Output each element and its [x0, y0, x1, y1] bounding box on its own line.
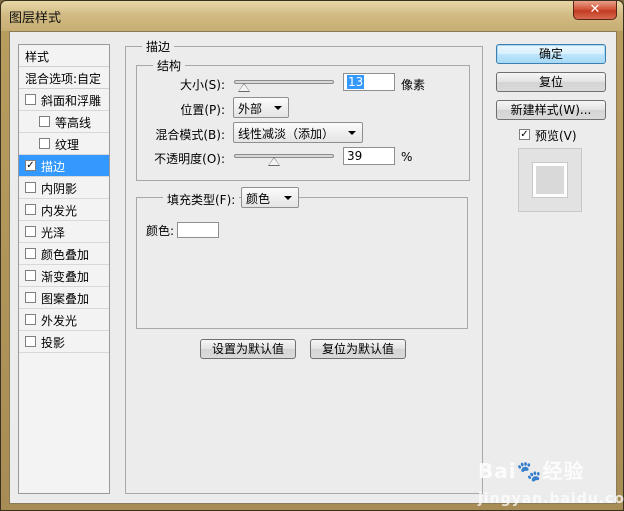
window-title: 图层样式 — [9, 11, 62, 26]
style-item[interactable]: 外发光 — [19, 309, 109, 331]
style-item[interactable]: 光泽 — [19, 221, 109, 243]
baidu-watermark: Bai🐾经验 jingyan.baidu.com — [478, 455, 624, 508]
style-checkbox[interactable]: ✓ — [25, 160, 36, 171]
structure-group: 结构 大小(S): 13 像素 位置(P): 外部 混合模式(B): 线性减淡（… — [136, 57, 470, 181]
preview-square — [533, 163, 567, 197]
opacity-slider-track[interactable] — [234, 154, 334, 158]
style-item-label: 内阴影 — [41, 182, 78, 196]
opacity-unit: % — [401, 150, 413, 164]
chevron-down-icon — [274, 106, 282, 110]
title-bar[interactable]: 图层样式 ✕ — [1, 1, 623, 31]
size-slider-thumb[interactable] — [238, 83, 250, 92]
fill-type-group: 填充类型(F): 颜色 颜色: — [136, 187, 468, 329]
style-checkbox[interactable] — [25, 226, 36, 237]
style-item-label: 投影 — [41, 336, 66, 350]
blend-mode-label: 混合模式(B): — [155, 128, 225, 142]
fill-type-value: 颜色 — [246, 192, 271, 206]
style-item[interactable]: 图案叠加 — [19, 287, 109, 309]
color-swatch[interactable] — [177, 222, 219, 238]
position-value: 外部 — [238, 102, 263, 116]
opacity-input[interactable]: 39 — [343, 147, 395, 165]
style-item[interactable]: 渐变叠加 — [19, 265, 109, 287]
style-item[interactable]: 内发光 — [19, 199, 109, 221]
close-icon: ✕ — [589, 2, 601, 17]
style-checkbox[interactable] — [39, 116, 50, 127]
styles-header[interactable]: 样式 — [19, 45, 109, 67]
watermark-brand: Bai — [478, 459, 517, 483]
blend-mode-value: 线性减淡（添加） — [238, 127, 335, 141]
close-button[interactable]: ✕ — [573, 1, 617, 20]
style-item-label: 外发光 — [41, 314, 78, 328]
style-item[interactable]: 纹理 — [19, 133, 109, 155]
style-checkbox[interactable] — [39, 138, 50, 149]
watermark-url: jingyan.baidu.com — [478, 491, 624, 507]
style-checkbox[interactable] — [25, 314, 36, 325]
opacity-slider-thumb[interactable] — [268, 157, 280, 166]
style-checkbox[interactable] — [25, 270, 36, 281]
checkbox-icon[interactable]: ✓ — [519, 129, 530, 140]
layer-style-dialog: 图层样式 ✕ 样式 混合选项:自定 斜面和浮雕 等高线 纹理 ✓ 描边 内阴影 内发光 光泽颜… — [0, 0, 624, 511]
style-item[interactable]: 斜面和浮雕 — [19, 89, 109, 111]
style-item-label: 描边 — [41, 160, 66, 174]
size-unit: 像素 — [401, 78, 426, 92]
ok-button[interactable]: 确定 — [496, 44, 606, 64]
chevron-down-icon — [284, 196, 292, 200]
style-item[interactable]: 等高线 — [19, 111, 109, 133]
paw-icon: 🐾 — [516, 459, 543, 483]
preview-label: 预览(V) — [535, 129, 577, 143]
style-item[interactable]: 颜色叠加 — [19, 243, 109, 265]
opacity-label: 不透明度(O): — [154, 152, 225, 166]
style-checkbox[interactable] — [25, 336, 36, 347]
chevron-down-icon — [348, 131, 356, 135]
structure-group-title: 结构 — [153, 57, 186, 74]
style-checkbox[interactable] — [25, 292, 36, 303]
style-checkbox[interactable] — [25, 182, 36, 193]
set-default-button[interactable]: 设置为默认值 — [200, 339, 296, 359]
size-label: 大小(S): — [179, 78, 225, 92]
fill-type-label: 填充类型(F): — [163, 191, 240, 208]
watermark-brand2: 经验 — [542, 459, 585, 483]
style-item-label: 光泽 — [41, 226, 66, 240]
style-item-label: 纹理 — [55, 138, 80, 152]
style-checkbox[interactable] — [25, 248, 36, 259]
fill-type-select[interactable]: 颜色 — [241, 187, 299, 208]
style-preview-thumbnail — [518, 148, 582, 212]
style-checkbox[interactable] — [25, 94, 36, 105]
reset-button[interactable]: 复位 — [496, 72, 606, 92]
style-item-label: 内发光 — [41, 204, 78, 218]
stroke-group-title: 描边 — [142, 38, 175, 55]
stroke-group: 描边 结构 大小(S): 13 像素 位置(P): 外部 混合模式(B): 线性… — [125, 38, 483, 494]
style-item-label: 渐变叠加 — [41, 270, 90, 284]
style-item[interactable]: ✓ 描边 — [19, 155, 109, 177]
blend-mode-select[interactable]: 线性减淡（添加） — [233, 122, 363, 143]
dialog-client-area: 样式 混合选项:自定 斜面和浮雕等高线纹理 ✓ 描边内阴影内发光光泽颜色叠加渐变叠加… — [9, 31, 617, 504]
style-item-label: 斜面和浮雕 — [41, 94, 102, 108]
reset-default-button[interactable]: 复位为默认值 — [310, 339, 406, 359]
style-item-label: 颜色叠加 — [41, 248, 90, 262]
new-style-button[interactable]: 新建样式(W)... — [496, 100, 606, 120]
position-label: 位置(P): — [180, 103, 225, 117]
size-input[interactable]: 13 — [343, 73, 395, 91]
blending-options-item[interactable]: 混合选项:自定 — [19, 67, 109, 89]
style-item-label: 图案叠加 — [41, 292, 90, 306]
styles-list: 样式 混合选项:自定 斜面和浮雕等高线纹理 ✓ 描边内阴影内发光光泽颜色叠加渐变叠加… — [18, 44, 110, 494]
style-checkbox[interactable] — [25, 204, 36, 215]
position-select[interactable]: 外部 — [233, 97, 289, 118]
style-item-label: 等高线 — [55, 116, 92, 130]
color-label: 颜色: — [146, 224, 175, 238]
style-item[interactable]: 内阴影 — [19, 177, 109, 199]
style-item[interactable]: 投影 — [19, 331, 109, 353]
